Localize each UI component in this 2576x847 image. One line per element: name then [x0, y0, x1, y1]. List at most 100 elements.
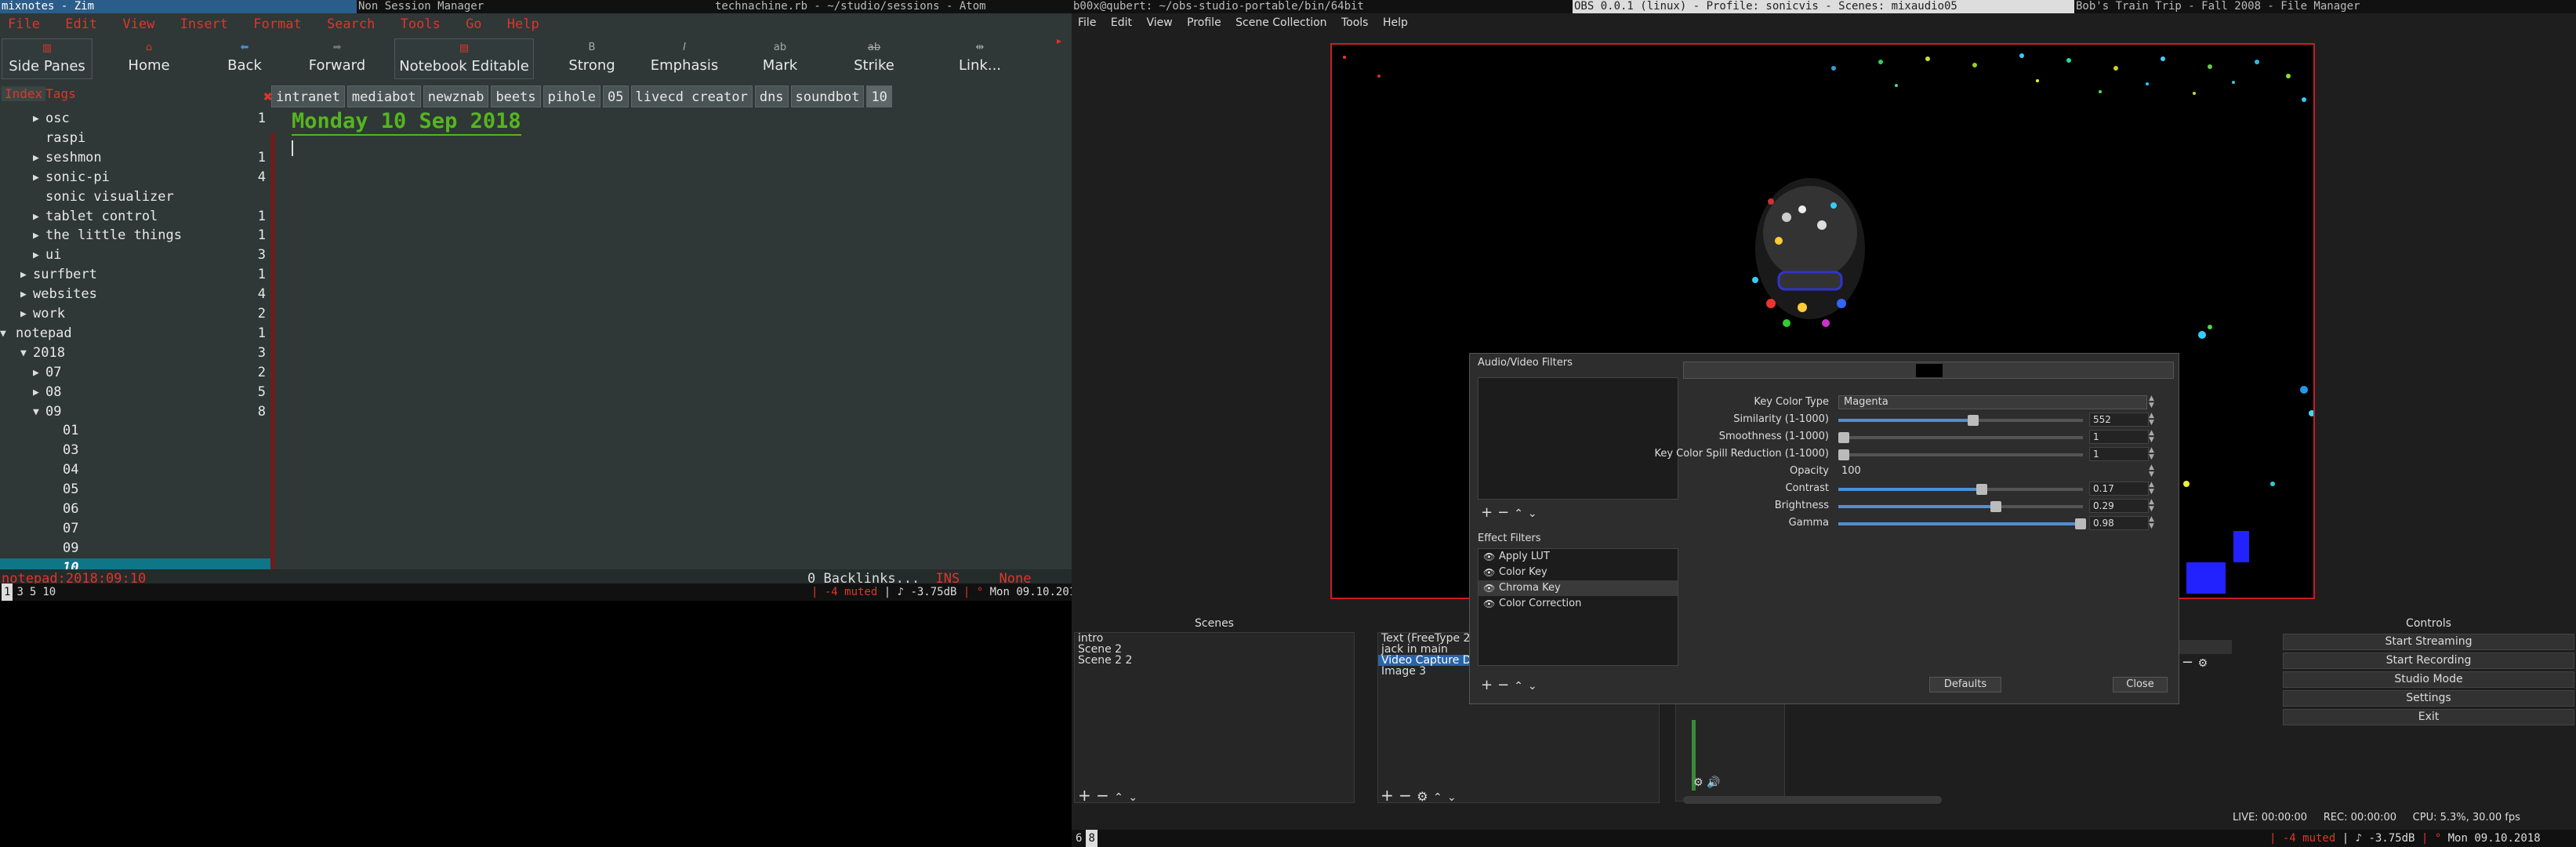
- source-settings-gear-icon[interactable]: ⚙: [1417, 789, 1428, 804]
- move-source-up-icon[interactable]: ⌃: [1433, 791, 1442, 804]
- window-title-obs[interactable]: OBS 0.0.1 (linux) - Profile: sonicvis - …: [1573, 0, 2074, 13]
- opacity-input[interactable]: 100: [1838, 464, 2147, 478]
- mixer-gear-icon[interactable]: ⚙: [1693, 776, 1703, 789]
- slider-handle[interactable]: [1838, 449, 1849, 460]
- tree-item[interactable]: ▼ 09 8: [0, 402, 270, 422]
- tree-item[interactable]: ▶ 08 5: [0, 383, 270, 402]
- page-title[interactable]: Monday 10 Sep 2018: [292, 109, 521, 136]
- menu-insert[interactable]: Insert: [180, 16, 228, 32]
- menu-help[interactable]: Help: [507, 16, 539, 32]
- forward-button[interactable]: ➡ Forward: [306, 38, 368, 79]
- tree-item[interactable]: 01: [0, 421, 270, 441]
- spin-arrows-icon[interactable]: ▲ ▼: [2149, 413, 2157, 427]
- window-title-atom[interactable]: technachine.rb - ~/studio/sessions - Ato…: [713, 0, 1070, 13]
- contrast-input[interactable]: 0.17: [2089, 482, 2149, 496]
- remove-scene-button[interactable]: −: [1096, 786, 1109, 805]
- contrast-slider[interactable]: [1838, 484, 2083, 495]
- tree-item[interactable]: ▶ surfbert 1: [0, 265, 270, 285]
- tree-item[interactable]: ▶ work 2: [0, 304, 270, 324]
- pathbar-item-intranet[interactable]: intranet: [271, 85, 345, 107]
- collapsed-arrow-icon[interactable]: ▶: [33, 383, 39, 402]
- menu-file[interactable]: File: [8, 16, 40, 32]
- tree-item[interactable]: 04: [0, 460, 270, 480]
- strong-button[interactable]: B Strong: [557, 38, 627, 79]
- workspace-3[interactable]: 3: [14, 583, 25, 601]
- spin-arrows-icon[interactable]: ▲ ▼: [2149, 430, 2157, 444]
- eye-icon[interactable]: 👁: [1483, 549, 1495, 565]
- mixer-speaker-icon[interactable]: 🔊: [1707, 776, 1720, 789]
- gamma-slider[interactable]: [1838, 518, 2086, 529]
- start-streaming-button[interactable]: Start Streaming: [2283, 634, 2574, 650]
- add-effect-filter-button[interactable]: +: [1481, 677, 1497, 693]
- smoothness-input[interactable]: 1: [2089, 430, 2149, 444]
- obs-menu-tools[interactable]: Tools: [1341, 16, 1369, 29]
- pathbar-item-10[interactable]: 10: [866, 85, 892, 107]
- remove-transition-button[interactable]: −: [2182, 654, 2193, 671]
- volume-status[interactable]: | ♪ -3.75dB: [884, 586, 957, 598]
- remove-av-filter-button[interactable]: −: [1497, 504, 1514, 521]
- gamma-input[interactable]: 0.98: [2089, 516, 2149, 530]
- effect-item-chroma-key[interactable]: 👁 Chroma Key: [1478, 580, 1678, 596]
- menu-edit[interactable]: Edit: [65, 16, 97, 32]
- move-source-down-icon[interactable]: ⌄: [1447, 791, 1457, 804]
- effect-item-color-key[interactable]: 👁 Color Key: [1478, 565, 1678, 580]
- tree-item[interactable]: ▶ tablet control 1: [0, 207, 270, 227]
- obs-menu-edit[interactable]: Edit: [1111, 16, 1132, 29]
- collapsed-arrow-icon[interactable]: ▶: [20, 285, 27, 304]
- smoothness-slider[interactable]: [1838, 432, 2083, 443]
- spin-arrows-icon[interactable]: ▲ ▼: [2149, 447, 2157, 461]
- eye-icon[interactable]: 👁: [1483, 580, 1495, 596]
- strike-button[interactable]: ab Strike: [843, 38, 905, 79]
- pathbar-item-newznab[interactable]: newznab: [423, 85, 489, 107]
- collapsed-arrow-icon[interactable]: ▶: [33, 168, 39, 187]
- studio-mode-button[interactable]: Studio Mode: [2283, 671, 2574, 688]
- tab-index[interactable]: Index: [2, 86, 46, 101]
- tree-item[interactable]: 06: [0, 500, 270, 519]
- brightness-slider[interactable]: [1838, 501, 2083, 512]
- obs-menu-scene-collection[interactable]: Scene Collection: [1235, 16, 1326, 29]
- tree-item[interactable]: sonic visualizer: [0, 187, 270, 207]
- collapsed-arrow-icon[interactable]: ▶: [33, 245, 39, 265]
- tree-item[interactable]: ▼ notepad 1: [0, 324, 270, 344]
- scene-item[interactable]: intro: [1075, 633, 1354, 644]
- window-title-file-manager[interactable]: Bob's Train Trip - Fall 2008 - File Mana…: [2074, 0, 2576, 13]
- transition-gear-icon[interactable]: ⚙: [2198, 657, 2208, 670]
- side-panes-button[interactable]: ▥ Side Panes: [2, 38, 93, 79]
- collapsed-arrow-icon[interactable]: ▶: [20, 304, 27, 324]
- tree-item[interactable]: ▼ 2018 3: [0, 344, 270, 363]
- mark-button[interactable]: ab Mark: [749, 38, 811, 79]
- menu-view[interactable]: View: [122, 16, 154, 32]
- move-av-filter-up-icon[interactable]: ⌃: [1514, 507, 1528, 520]
- obs-menu-help[interactable]: Help: [1383, 16, 1408, 29]
- menu-search[interactable]: Search: [327, 16, 375, 32]
- window-title-zim[interactable]: mixnotes - Zim: [0, 0, 357, 13]
- tree-item[interactable]: 07: [0, 519, 270, 539]
- spin-arrows-icon[interactable]: ▲ ▼: [2149, 464, 2157, 478]
- eye-icon[interactable]: 👁: [1483, 565, 1495, 580]
- start-recording-button[interactable]: Start Recording: [2283, 653, 2574, 669]
- tree-item[interactable]: 05: [0, 480, 270, 500]
- tree-item[interactable]: ▶ 07 2: [0, 363, 270, 383]
- spin-arrows-icon[interactable]: ▲ ▼: [2149, 482, 2157, 496]
- add-scene-button[interactable]: +: [1078, 786, 1091, 805]
- brightness-input[interactable]: 0.29: [2089, 499, 2149, 513]
- tree-item[interactable]: ▶ seshmon 1: [0, 148, 270, 168]
- volume-status[interactable]: | ♪ -3.75dB: [2342, 832, 2415, 845]
- menu-go[interactable]: Go: [466, 16, 481, 32]
- audio-mute-status[interactable]: | -4 muted: [811, 586, 877, 598]
- close-button[interactable]: Close: [2113, 677, 2168, 693]
- tree-item[interactable]: ▶ sonic-pi 4: [0, 168, 270, 187]
- move-scene-up-icon[interactable]: ⌃: [1114, 791, 1123, 804]
- add-av-filter-button[interactable]: +: [1481, 504, 1497, 521]
- obs-menu-view[interactable]: View: [1146, 16, 1172, 29]
- menu-format[interactable]: Format: [253, 16, 301, 32]
- pathbar-item-05[interactable]: 05: [603, 85, 629, 107]
- window-title-non-session-manager[interactable]: Non Session Manager: [357, 0, 713, 13]
- collapsed-arrow-icon[interactable]: ▶: [33, 109, 39, 129]
- spill-reduction-input[interactable]: 1: [2089, 447, 2149, 461]
- scene-item[interactable]: Scene 2: [1075, 644, 1354, 655]
- key-color-type-select[interactable]: Magenta: [1838, 395, 2147, 409]
- expanded-arrow-icon[interactable]: ▼: [0, 324, 6, 344]
- scene-item[interactable]: Scene 2 2: [1075, 655, 1354, 666]
- back-button[interactable]: ⬅ Back: [213, 38, 276, 79]
